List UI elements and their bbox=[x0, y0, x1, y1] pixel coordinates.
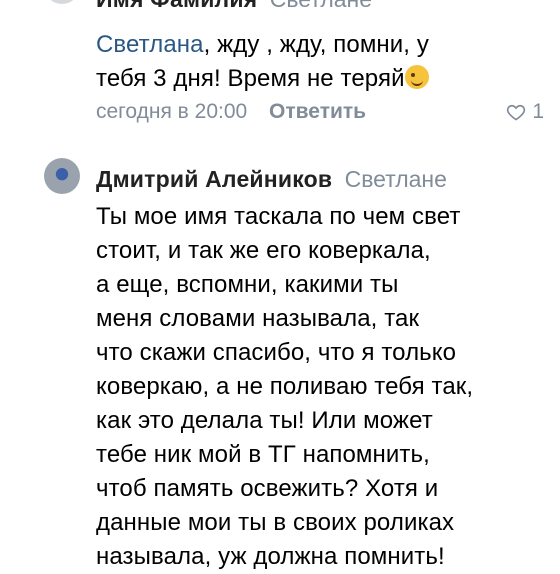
comment-text: Светлана, жду , жду, помни, у тебя 3 дня… bbox=[96, 28, 429, 96]
heart-icon bbox=[507, 104, 526, 121]
timestamp: сегодня в 20:00 bbox=[96, 100, 248, 123]
comment-line: что скажи спасибо, что я только bbox=[96, 339, 457, 366]
comment-line: Светлана, жду , жду, помни, у bbox=[96, 28, 429, 62]
comment-text-part: тебя 3 дня! Время не теряй bbox=[96, 65, 405, 92]
comment-meta: сегодня в 20:00 Ответить bbox=[96, 100, 366, 124]
comment-line: меня словами называла, так bbox=[96, 305, 420, 332]
reply-to-label[interactable]: Светлане bbox=[345, 166, 447, 192]
comment-line: коверкаю, а не поливаю тебя так, bbox=[96, 373, 474, 400]
comment-line: тебе ник мой в ТГ напомнить, bbox=[96, 441, 430, 468]
comment-text-part: , жду , жду, помни, у bbox=[203, 31, 429, 58]
comment-line: тебя 3 дня! Время не теряй bbox=[96, 62, 429, 96]
wink-emoji-icon bbox=[404, 65, 429, 89]
author-name[interactable]: Имя Фамилия bbox=[96, 0, 257, 12]
like-count: 1 bbox=[532, 100, 544, 123]
mention-link[interactable]: Светлана bbox=[96, 31, 204, 58]
reply-to-label[interactable]: Светлане bbox=[270, 0, 372, 12]
like-button[interactable]: 1 bbox=[506, 100, 544, 124]
avatar[interactable] bbox=[44, 158, 80, 194]
comment-line: как это делала ты! Или может bbox=[96, 407, 433, 434]
reply-button[interactable]: Ответить bbox=[269, 100, 366, 123]
comment-header: Дмитрий Алейников Светлане bbox=[96, 166, 447, 193]
comment-line: стоит, и так же его коверкала, bbox=[96, 237, 431, 264]
comment-text: Ты мое имя таскала по чем свет стоит, и … bbox=[96, 200, 473, 574]
comment-line: чтоб память освежить? Хотя и bbox=[96, 475, 439, 502]
comment-line: а еще, вспомни, какими ты bbox=[96, 271, 399, 298]
avatar[interactable] bbox=[44, 0, 80, 4]
author-name[interactable]: Дмитрий Алейников bbox=[96, 166, 332, 192]
comment-header: Имя Фамилия Светлане bbox=[96, 0, 372, 13]
comment-line: Ты мое имя таскала по чем свет bbox=[96, 203, 461, 230]
comment-line: данные мои ты в своих роликах bbox=[96, 509, 455, 536]
comment-line: называла, уж должна помнить! bbox=[96, 543, 445, 570]
